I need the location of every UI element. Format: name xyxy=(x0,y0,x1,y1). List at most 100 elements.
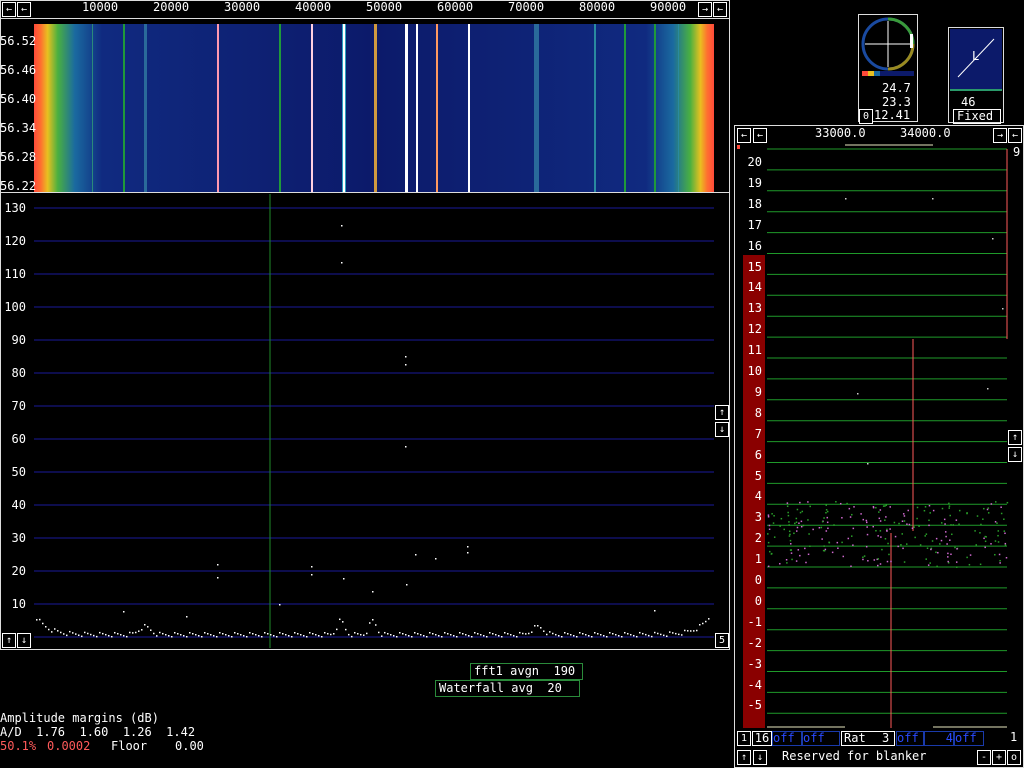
spectrum-trace-point xyxy=(408,635,410,637)
bb-minus-button[interactable]: - xyxy=(977,750,991,765)
polar-meter-display[interactable] xyxy=(860,16,916,78)
fft1-avg-box[interactable]: fft1 avgn 190 xyxy=(470,663,583,680)
bb-off-button-3[interactable]: off xyxy=(896,731,924,746)
bb-noise-point xyxy=(947,560,949,563)
bb-noise-point xyxy=(907,509,909,512)
bb-noise-point xyxy=(897,545,899,548)
bb-scroll-left-2[interactable]: ← xyxy=(753,128,767,143)
spectrum-trace-point xyxy=(363,634,365,636)
bb-four-button[interactable]: 4 xyxy=(924,731,954,746)
spectrum-trace-point xyxy=(702,622,704,625)
bb-noise-point xyxy=(796,526,799,529)
bb-noise-point xyxy=(948,505,951,507)
spectrum-trace-point xyxy=(396,636,398,638)
bb-noise-point xyxy=(795,521,798,524)
bb-noise-point xyxy=(888,553,890,556)
bb-noise-point xyxy=(794,522,796,525)
bb-scroll-right-2[interactable]: ← xyxy=(1008,128,1022,143)
bb-noise-point xyxy=(906,523,908,525)
bb-noise-point xyxy=(877,564,879,567)
bb-noise-point xyxy=(772,522,775,524)
spectrum-value-box[interactable]: 5 xyxy=(715,633,729,648)
bb-noise-point xyxy=(975,544,978,546)
fixed-meter-letter: L xyxy=(972,49,980,63)
spectrum-graph[interactable] xyxy=(34,194,714,648)
spectrum-trace-point xyxy=(201,636,203,638)
bb-zero-button[interactable]: o xyxy=(1007,750,1021,765)
bb-scale-label: 16 xyxy=(747,238,762,253)
bb-scroll-left[interactable]: ← xyxy=(737,128,751,143)
bb-noise-point xyxy=(884,505,886,507)
spectrum-trace-point xyxy=(159,631,161,634)
spectrum-trace-point xyxy=(483,635,485,637)
amplitude-tick-label: 20 xyxy=(11,564,26,578)
bb-scroll-right[interactable]: → xyxy=(993,128,1007,143)
bb-up-button-bottom[interactable]: ↑ xyxy=(737,750,751,765)
spectrum-trace-point xyxy=(153,632,155,635)
waterfall-avg-box[interactable]: Waterfall avg 20 xyxy=(435,680,580,697)
bb-off-button-1[interactable]: off xyxy=(772,731,802,746)
bb-noise-point xyxy=(833,524,835,526)
amplitude-tick-label: 120 xyxy=(4,234,26,248)
spectrum-trace-point xyxy=(180,633,182,636)
scroll-right-button[interactable]: → xyxy=(698,2,712,17)
bb-one-button[interactable]: 1 xyxy=(737,731,751,746)
bb-noise-point xyxy=(996,522,998,524)
spectrum-up-button[interactable]: ↑ xyxy=(715,405,729,420)
bb-noise-point xyxy=(851,513,853,516)
scroll-right-button-2[interactable]: ← xyxy=(713,2,727,17)
spectrum-trace-point xyxy=(624,631,626,634)
spectrum-trace-point xyxy=(213,635,215,637)
spectrum-peak-point xyxy=(372,591,374,593)
bb-noise-point xyxy=(950,553,952,556)
scroll-left-button[interactable]: ← xyxy=(2,2,16,17)
baseband-graph[interactable] xyxy=(737,143,1009,728)
spectrum-trace-point xyxy=(387,632,389,635)
bb-noise-point xyxy=(935,537,938,540)
bb-scale-label: 11 xyxy=(747,343,762,358)
polar-zero-button[interactable]: 0 xyxy=(859,109,873,124)
spectrum-up-button-left[interactable]: ↑ xyxy=(2,633,16,648)
spectrum-down-button-left[interactable]: ↓ xyxy=(17,633,31,648)
fixed-mode-button[interactable]: Fixed xyxy=(953,109,1001,124)
bb-plus-button[interactable]: + xyxy=(992,750,1006,765)
bb-up-button[interactable]: ↑ xyxy=(1008,430,1022,445)
spectrum-trace-point xyxy=(567,632,569,635)
bb-rat-label: Rat xyxy=(844,731,866,745)
spectrum-trace-point xyxy=(240,634,242,636)
spectrum-peak-point xyxy=(467,546,469,548)
bb-noise-point xyxy=(804,547,806,550)
bb-down-button[interactable]: ↓ xyxy=(1008,447,1022,462)
bb-sparse-point xyxy=(857,393,859,395)
spectrum-trace-point xyxy=(66,634,68,637)
spectrum-trace-point xyxy=(708,618,710,620)
bb-noise-point xyxy=(786,505,789,508)
spectrum-peak-point xyxy=(435,558,437,560)
spectrum-peak-point xyxy=(341,262,343,264)
bb-rat-box[interactable]: Rat 3 xyxy=(841,731,895,746)
bb-sixteen-button[interactable]: 16 xyxy=(752,731,772,746)
bb-noise-point xyxy=(916,517,918,520)
bb-scale-label: -2 xyxy=(747,635,762,650)
spectrum-peak-point xyxy=(406,584,408,586)
spectrum-trace-point xyxy=(681,634,683,636)
bb-scale-label: -5 xyxy=(747,698,762,713)
spectrum-trace-point xyxy=(630,633,632,636)
waterfall-display[interactable] xyxy=(34,24,714,192)
spectrum-trace-point xyxy=(198,635,200,637)
spectrum-trace-point xyxy=(696,629,698,632)
scroll-left-button-2[interactable]: ← xyxy=(17,2,31,17)
spectrum-trace-point xyxy=(54,628,56,630)
bb-noise-point xyxy=(984,540,987,543)
bb-noise-point xyxy=(937,551,939,554)
bb-noise-point xyxy=(779,525,781,527)
bb-off-button-2[interactable]: off xyxy=(802,731,840,746)
spectrum-trace-point xyxy=(633,634,635,637)
bb-down-button-bottom[interactable]: ↓ xyxy=(753,750,767,765)
spectrum-trace-point xyxy=(495,634,497,636)
spectrum-trace-point xyxy=(615,633,617,636)
spectrum-down-button[interactable]: ↓ xyxy=(715,422,729,437)
bb-off-button-4[interactable]: off xyxy=(954,731,984,746)
spectrum-trace-point xyxy=(699,624,701,626)
spectrum-trace-point xyxy=(525,633,527,635)
